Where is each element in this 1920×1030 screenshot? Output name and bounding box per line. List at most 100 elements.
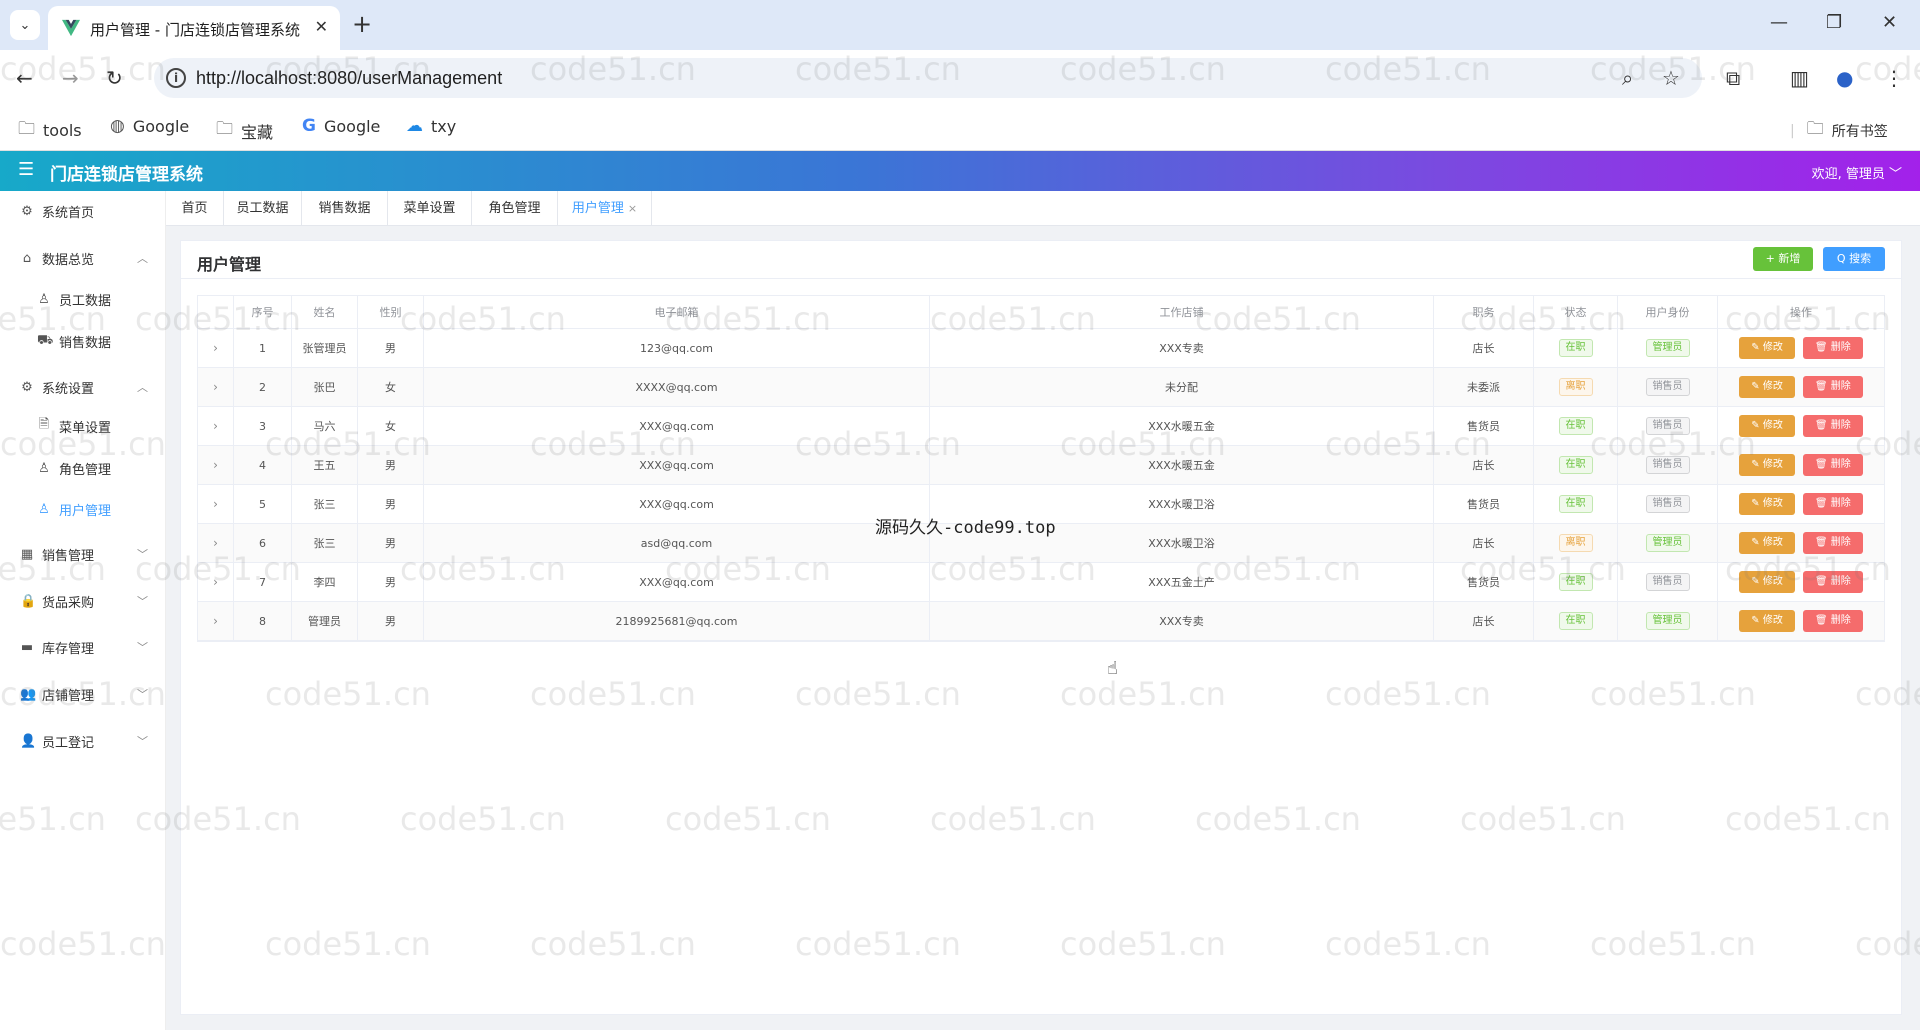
status-badge: 在职	[1558, 612, 1593, 630]
edit-button[interactable]: ✎ 修改	[1739, 610, 1795, 632]
chevron-down-icon: ﹀	[137, 735, 148, 748]
tab-close-icon[interactable]: ×	[628, 202, 637, 215]
zoom-icon[interactable]: ⌕	[1622, 66, 1633, 90]
chart-icon: ▦	[20, 546, 34, 562]
delete-button[interactable]: 🗑 删除	[1802, 532, 1863, 554]
bookmark-google-2[interactable]: G Google	[302, 116, 380, 136]
expand-row-icon[interactable]: ›	[213, 458, 218, 472]
table-cell: 4	[234, 446, 292, 484]
all-bookmarks[interactable]: | 🗀 所有书签	[1790, 116, 1888, 145]
delete-button[interactable]: 🗑 删除	[1802, 610, 1863, 632]
user-gender: 男	[385, 459, 396, 472]
site-info-icon[interactable]: i	[166, 68, 186, 88]
bookmark-google[interactable]: ◍ Google	[110, 116, 189, 136]
table-cell: 售货员	[1434, 563, 1534, 601]
tab-close-icon[interactable]: ✕	[315, 17, 328, 36]
user-position: 店长	[1472, 537, 1495, 550]
expand-row-icon[interactable]: ›	[213, 341, 218, 355]
new-tab-button[interactable]: +	[352, 10, 372, 38]
user-gender: 女	[385, 381, 396, 394]
table-cell: ✎ 修改 🗑 删除	[1718, 602, 1884, 640]
search-button[interactable]: Q 搜索	[1823, 247, 1885, 271]
browser-tab[interactable]: 用户管理 - 门店连锁店管理系统 ✕	[48, 6, 340, 50]
window-close-icon[interactable]: ✕	[1882, 12, 1897, 33]
delete-button[interactable]: 🗑 删除	[1802, 415, 1863, 437]
sidebar-item-role-management[interactable]: ♙ 角色管理	[0, 453, 166, 483]
omnibox[interactable]: i http://localhost:8080/userManagement ⌕…	[154, 58, 1702, 98]
add-button[interactable]: + 新增	[1753, 247, 1813, 271]
delete-button[interactable]: 🗑 删除	[1802, 337, 1863, 359]
edit-button[interactable]: ✎ 修改	[1739, 454, 1795, 476]
home-icon: ⌂	[22, 250, 32, 266]
edit-button[interactable]: ✎ 修改	[1739, 337, 1795, 359]
sidebar-item-sales-management[interactable]: ▦ 销售管理 ﹀	[0, 539, 166, 569]
menu-dots-icon[interactable]: ⋮	[1884, 66, 1904, 90]
sidebar-item-employee-registration[interactable]: 👤 员工登记 ﹀	[0, 726, 166, 756]
sidebar-item-user-management[interactable]: ♙ 用户管理	[0, 494, 166, 524]
user-gender: 男	[385, 537, 396, 550]
extensions-icon[interactable]: ⧉	[1726, 66, 1740, 90]
bookmark-tools[interactable]: 🗀 tools	[18, 116, 82, 145]
tab-home[interactable]: 首页	[166, 191, 224, 226]
delete-button[interactable]: 🗑 删除	[1802, 493, 1863, 515]
edit-button[interactable]: ✎ 修改	[1739, 376, 1795, 398]
bookmark-txy[interactable]: ☁ txy	[406, 116, 456, 136]
expand-row-icon[interactable]: ›	[213, 614, 218, 628]
expand-row-icon[interactable]: ›	[213, 575, 218, 589]
bookmark-treasure[interactable]: 🗀 宝藏	[216, 116, 273, 145]
sidebar-item-label: 角色管理	[59, 462, 112, 478]
sidebar-item-employee-data[interactable]: ♙ 员工数据	[0, 284, 166, 314]
sidebar-item-purchasing[interactable]: 🔒 货品采购 ﹀	[0, 586, 166, 616]
sidebar-item-store-management[interactable]: 👥 店铺管理 ﹀	[0, 679, 166, 709]
profile-icon[interactable]: ●	[1836, 66, 1853, 90]
table-cell: ›	[198, 407, 234, 445]
user-store: XXX水暖卫浴	[1148, 537, 1215, 550]
back-icon[interactable]: ←	[16, 66, 33, 90]
table-cell: 店长	[1434, 446, 1534, 484]
url-text[interactable]: http://localhost:8080/userManagement	[196, 68, 502, 89]
sidebar-item-sales-data[interactable]: ⛟ 销售数据	[0, 326, 166, 356]
role-badge: 管理员	[1645, 534, 1690, 552]
edit-button[interactable]: ✎ 修改	[1739, 532, 1795, 554]
tab-role-management[interactable]: 角色管理	[472, 191, 558, 226]
content-card: 用户管理 + 新增 Q 搜索 序号 姓名 性别 电子邮箱 工作店铺 职务 状态 …	[180, 240, 1902, 1015]
chevron-down-icon: ﹀	[137, 688, 148, 701]
expand-row-icon[interactable]: ›	[213, 380, 218, 394]
expand-row-icon[interactable]: ›	[213, 497, 218, 511]
sidebar-item-label: 系统设置	[42, 381, 95, 397]
delete-button[interactable]: 🗑 删除	[1802, 571, 1863, 593]
side-panel-icon[interactable]: ▥	[1790, 66, 1809, 90]
star-icon[interactable]: ☆	[1662, 66, 1680, 90]
hamburger-menu-icon[interactable]: ☰	[18, 159, 34, 180]
edit-button[interactable]: ✎ 修改	[1739, 493, 1795, 515]
table-cell: ✎ 修改 🗑 删除	[1718, 524, 1884, 562]
tab-menu-settings[interactable]: 菜单设置	[388, 191, 472, 226]
expand-row-icon[interactable]: ›	[213, 536, 218, 550]
user-store: XXX专卖	[1159, 342, 1204, 355]
table-cell: 销售员	[1618, 563, 1718, 601]
delete-button[interactable]: 🗑 删除	[1802, 454, 1863, 476]
user-email: asd@qq.com	[640, 536, 713, 550]
sidebar-item-system-settings[interactable]: ⚙ 系统设置 ︿	[0, 372, 166, 402]
tab-employee-data[interactable]: 员工数据	[224, 191, 302, 226]
tab-sales-data[interactable]: 销售数据	[302, 191, 388, 226]
sidebar-item-menu-settings[interactable]: 🗎 菜单设置	[0, 411, 166, 441]
sidebar-item-home[interactable]: ⚙ 系统首页	[0, 196, 166, 226]
sidebar-item-inventory[interactable]: ▬ 库存管理 ﹀	[0, 632, 166, 662]
chevron-down-icon: ﹀	[137, 595, 148, 608]
user-name: 张三	[313, 498, 336, 511]
restore-icon[interactable]: ❐	[1826, 12, 1842, 33]
delete-button[interactable]: 🗑 删除	[1802, 376, 1863, 398]
user-gender: 男	[385, 615, 396, 628]
reload-icon[interactable]: ↻	[106, 66, 123, 90]
edit-button[interactable]: ✎ 修改	[1739, 571, 1795, 593]
minimize-icon[interactable]: —	[1770, 12, 1788, 33]
user-menu[interactable]: 欢迎, 管理员 ﹀	[1812, 163, 1902, 182]
tab-user-management[interactable]: 用户管理 ×	[558, 191, 652, 226]
table-cell: ✎ 修改 🗑 删除	[1718, 368, 1884, 406]
tab-search-chevron-icon[interactable]: ⌄	[10, 10, 40, 40]
edit-button[interactable]: ✎ 修改	[1739, 415, 1795, 437]
expand-row-icon[interactable]: ›	[213, 419, 218, 433]
forward-icon[interactable]: →	[62, 66, 79, 90]
sidebar-item-data-overview[interactable]: ⌂ 数据总览 ︿	[0, 243, 166, 273]
